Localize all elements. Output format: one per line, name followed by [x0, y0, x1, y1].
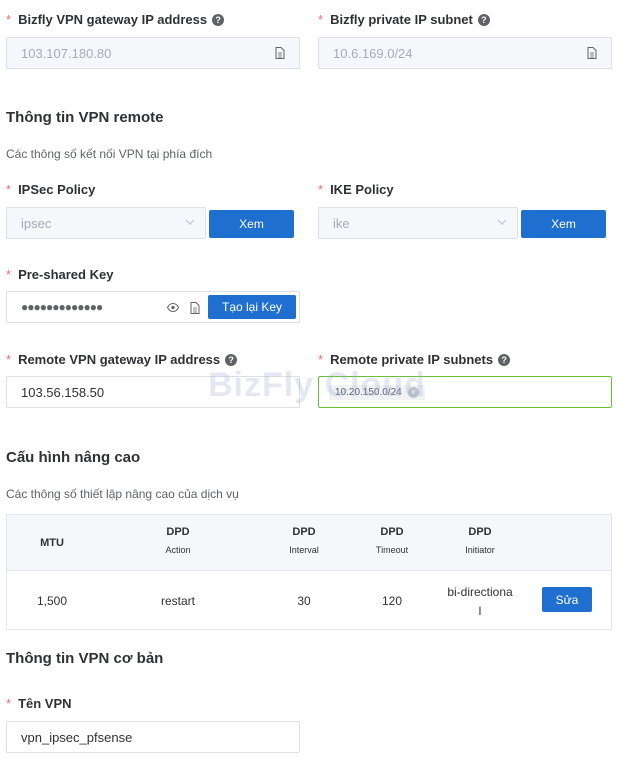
help-icon[interactable]: ? — [477, 13, 490, 26]
cell-initiator: bi-directiona l — [443, 583, 517, 621]
column-header-label: MTU — [40, 537, 64, 549]
private-subnet-label-text: Bizfly private IP subnet — [330, 12, 473, 27]
remote-subnets-input[interactable]: 10.20.150.0/24 × — [318, 376, 612, 408]
ipsec-select[interactable]: ipsec — [6, 207, 206, 239]
column-header-dpd-interval: DPD Interval — [274, 523, 334, 559]
gateway-ip-value: 103.107.180.80 — [21, 45, 112, 61]
column-header-dpd-action: DPD Action — [148, 523, 208, 559]
document-icon[interactable] — [190, 302, 200, 314]
column-header-sublabel: Timeout — [375, 545, 409, 555]
gateway-label-text: Bizfly VPN gateway IP address — [18, 12, 208, 27]
private-subnet-value: 10.6.169.0/24 — [333, 45, 413, 61]
private-subnet-label: * Bizfly private IP subnet ? — [318, 12, 490, 27]
help-icon[interactable]: ? — [225, 353, 238, 366]
private-subnet-field: 10.6.169.0/24 — [318, 37, 612, 69]
help-icon[interactable]: ? — [498, 353, 511, 366]
column-header-mtu: MTU — [27, 534, 77, 552]
ike-select-value: ike — [333, 215, 350, 231]
vpn-name-value: vpn_ipsec_pfsense — [21, 729, 133, 745]
cell-initiator-line: l — [478, 604, 482, 618]
remote-gateway-value: 103.56.158.50 — [21, 384, 105, 400]
required-mark: * — [318, 352, 324, 367]
gateway-ip-field: 103.107.180.80 — [6, 37, 300, 69]
gateway-label: * Bizfly VPN gateway IP address ? — [6, 12, 225, 27]
psk-label-text: Pre-shared Key — [18, 267, 114, 282]
advanced-section-title: Cấu hình nâng cao — [6, 449, 141, 466]
psk-label: * Pre-shared Key — [6, 267, 113, 282]
column-header-sublabel: Initiator — [465, 545, 495, 555]
required-mark: * — [318, 12, 324, 27]
column-header-label: DPD — [166, 526, 190, 538]
ike-select[interactable]: ike — [318, 207, 518, 239]
close-icon[interactable]: × — [407, 386, 419, 398]
required-mark: * — [6, 696, 12, 711]
column-header-label: DPD — [292, 526, 316, 538]
psk-field[interactable]: ●●●●●●●●●●●●● Tạo lại Key — [6, 291, 300, 323]
ike-label-text: IKE Policy — [330, 182, 394, 197]
basic-section-title: Thông tin VPN cơ bản — [6, 650, 164, 667]
cell-initiator-line: bi-directiona — [447, 585, 513, 599]
column-header-dpd-initiator: DPD Initiator — [450, 523, 510, 559]
remote-subnets-label: * Remote private IP subnets ? — [318, 352, 511, 367]
remote-section-desc: Các thông số kết nối VPN tại phía đích — [6, 147, 213, 161]
remote-gateway-label-text: Remote VPN gateway IP address — [18, 352, 221, 367]
column-header-label: DPD — [468, 526, 492, 538]
ike-view-button[interactable]: Xem — [521, 210, 606, 238]
cell-interval: 30 — [297, 594, 311, 608]
column-header-sublabel: Interval — [289, 545, 319, 555]
remote-section-title: Thông tin VPN remote — [6, 109, 164, 126]
remote-gateway-label: * Remote VPN gateway IP address ? — [6, 352, 238, 367]
ipsec-view-button[interactable]: Xem — [209, 210, 294, 238]
cell-timeout: 120 — [381, 594, 403, 608]
vpn-name-label-text: Tên VPN — [18, 696, 72, 711]
required-mark: * — [6, 182, 12, 197]
subnet-tag-label: 10.20.150.0/24 — [335, 386, 402, 398]
advanced-config-table: MTU DPD Action DPD Interval DPD Timeout … — [6, 514, 612, 630]
document-icon[interactable] — [275, 47, 285, 59]
required-mark: * — [6, 267, 12, 282]
advanced-section-desc: Các thông số thiết lập nâng cao của dịch… — [6, 487, 239, 501]
ipsec-label: * IPSec Policy — [6, 182, 95, 197]
help-icon[interactable]: ? — [212, 13, 225, 26]
chevron-down-icon — [185, 219, 195, 225]
ipsec-label-text: IPSec Policy — [18, 182, 96, 197]
subnet-tag: 10.20.150.0/24 × — [329, 384, 425, 400]
eye-icon[interactable] — [167, 303, 179, 312]
edit-button[interactable]: Sửa — [542, 587, 592, 612]
remote-subnets-label-text: Remote private IP subnets — [330, 352, 494, 367]
ipsec-select-value: ipsec — [21, 215, 52, 231]
column-header-label: DPD — [380, 526, 404, 538]
required-mark: * — [6, 12, 12, 27]
table-header: MTU DPD Action DPD Interval DPD Timeout … — [7, 515, 611, 571]
column-header-dpd-timeout: DPD Timeout — [362, 523, 422, 559]
regenerate-key-button[interactable]: Tạo lại Key — [208, 295, 296, 319]
psk-masked-value: ●●●●●●●●●●●●● — [21, 300, 103, 314]
document-icon[interactable] — [587, 47, 597, 59]
required-mark: * — [318, 182, 324, 197]
cell-action: restart — [160, 594, 195, 608]
remote-gateway-input[interactable]: 103.56.158.50 — [6, 376, 300, 408]
ike-label: * IKE Policy — [318, 182, 394, 197]
vpn-name-input[interactable]: vpn_ipsec_pfsense — [6, 721, 300, 753]
chevron-down-icon — [497, 219, 507, 225]
vpn-name-label: * Tên VPN — [6, 696, 72, 711]
cell-mtu: 1,500 — [36, 594, 68, 608]
column-header-sublabel: Action — [165, 545, 191, 555]
required-mark: * — [6, 352, 12, 367]
